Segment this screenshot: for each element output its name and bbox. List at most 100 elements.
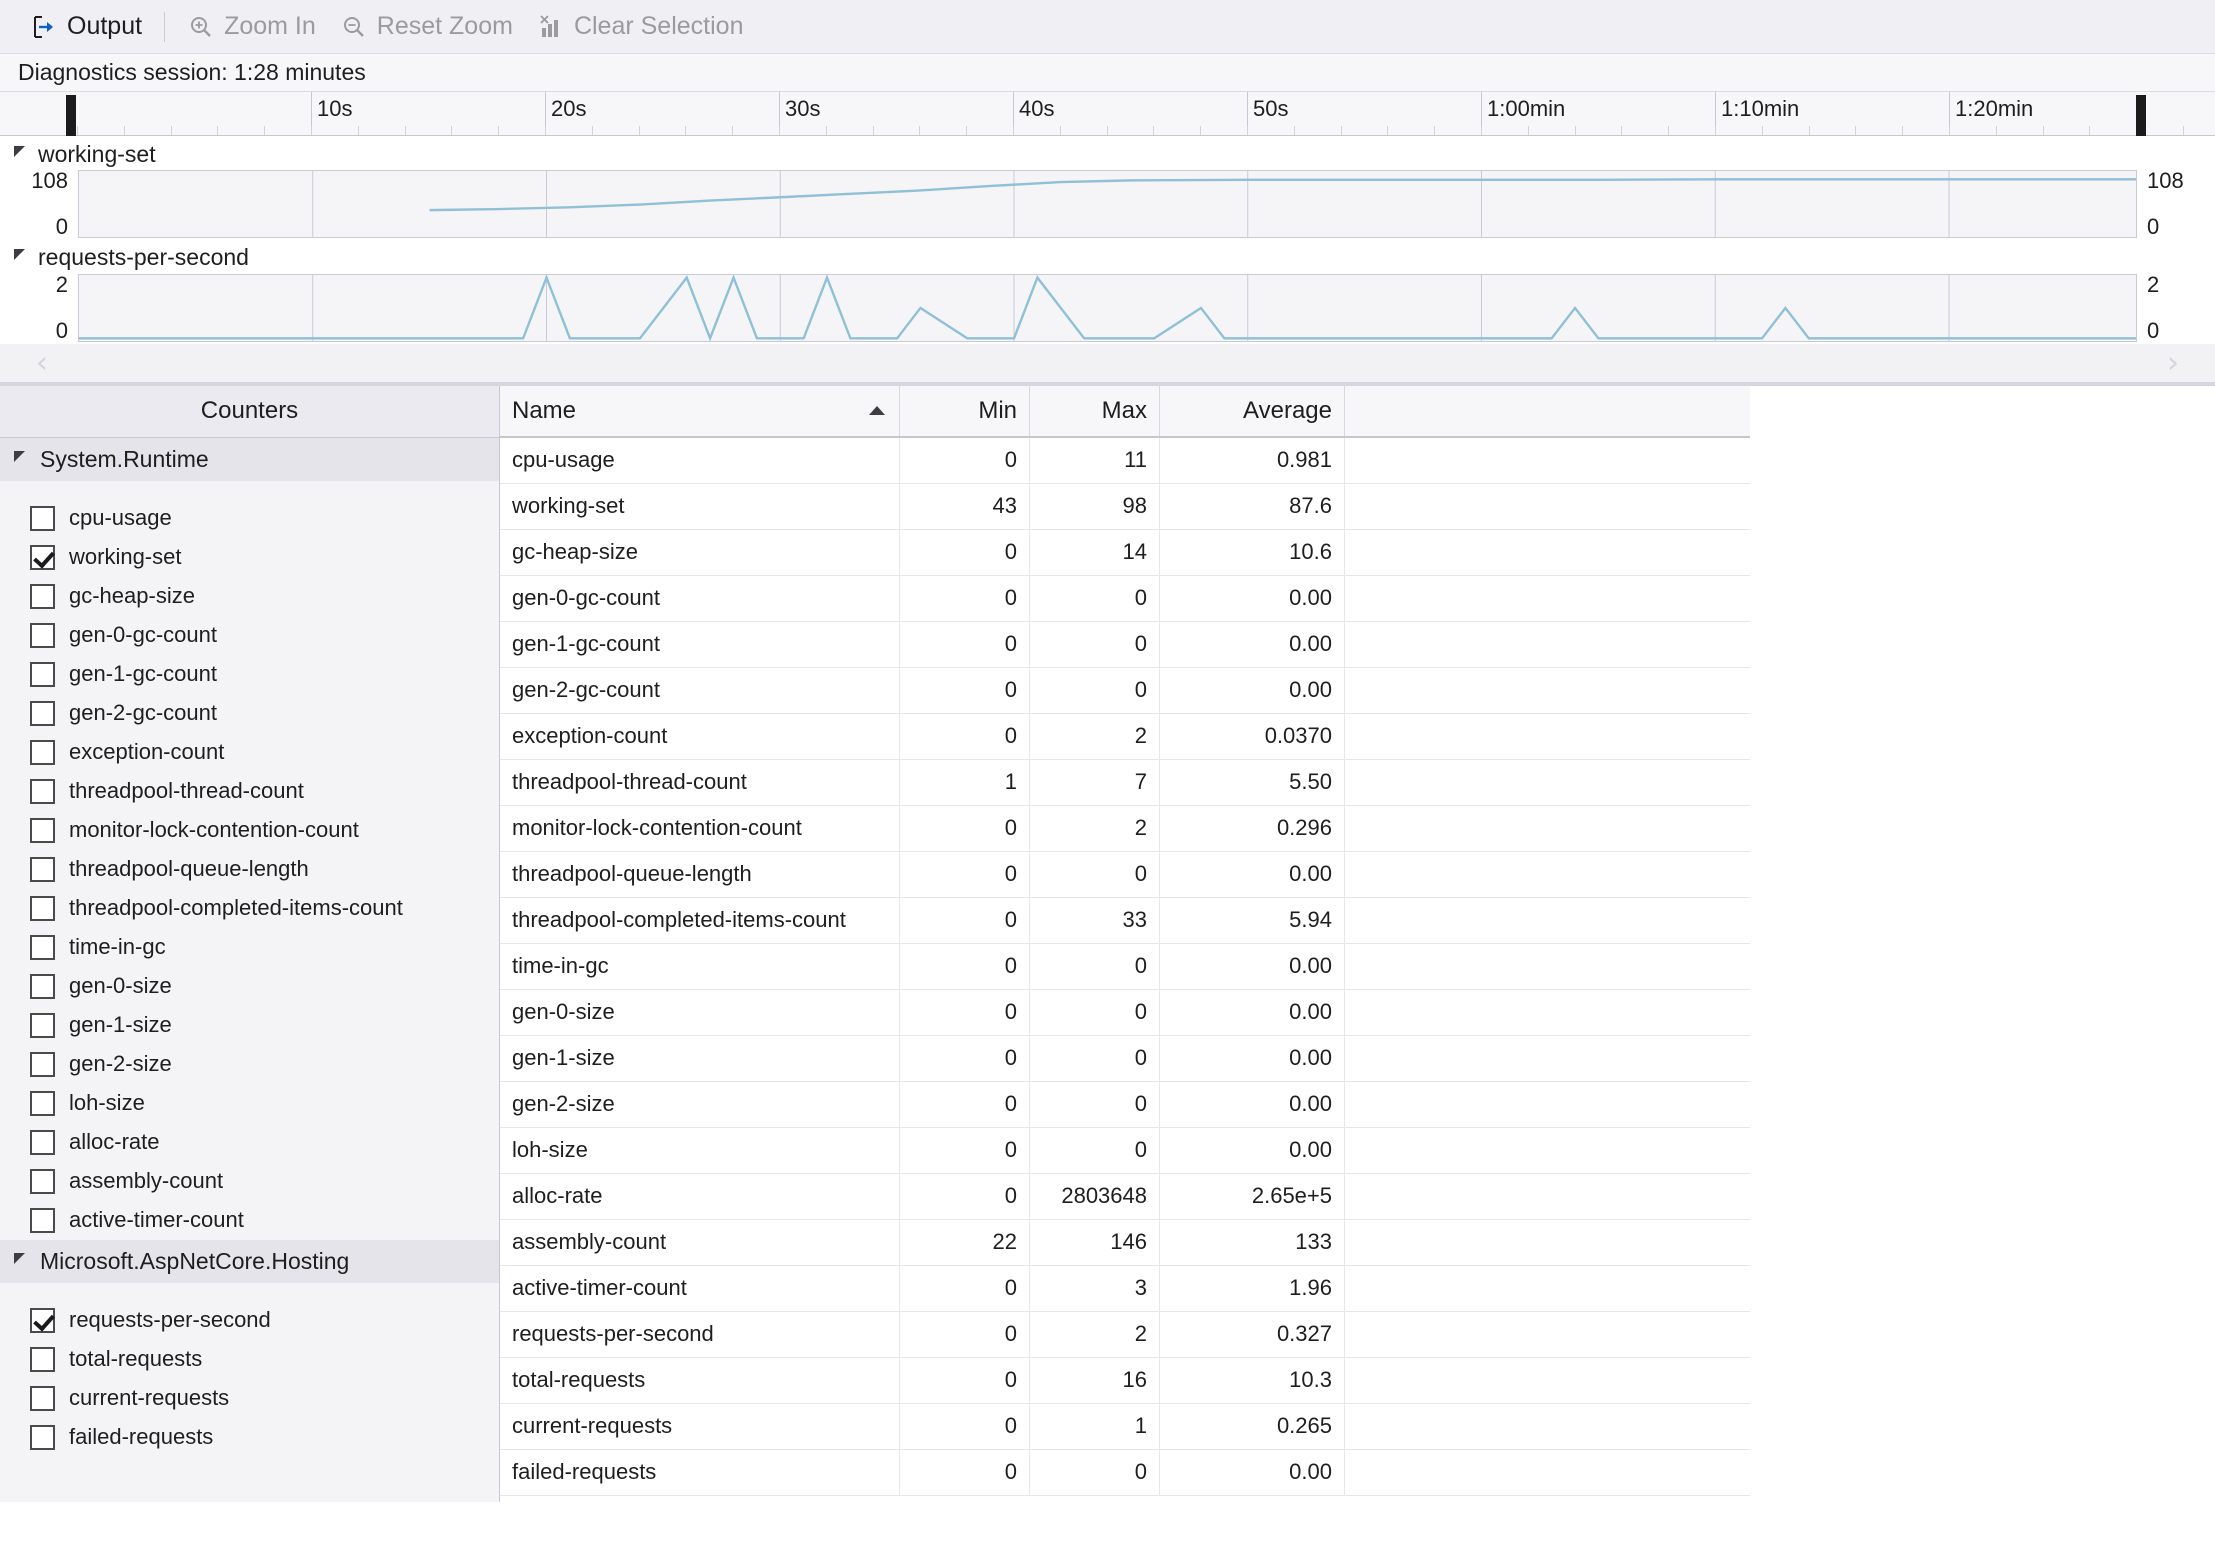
table-row[interactable]: gen-1-size 0 0 0.00 bbox=[500, 1035, 1750, 1082]
checkbox-gc-heap-size[interactable] bbox=[30, 583, 55, 609]
counter-item-requests-per-second[interactable]: requests-per-second bbox=[0, 1301, 499, 1340]
checkbox-monitor-lock-contention-count[interactable] bbox=[30, 817, 55, 843]
table-row[interactable]: requests-per-second 0 2 0.327 bbox=[500, 1311, 1750, 1358]
counter-item-exception-count[interactable]: exception-count bbox=[0, 733, 499, 772]
ruler-minor-tick bbox=[1387, 126, 1388, 135]
counter-item-threadpool-completed-items-count[interactable]: threadpool-completed-items-count bbox=[0, 889, 499, 928]
column-header-average[interactable]: Average bbox=[1160, 385, 1345, 436]
column-header-min[interactable]: Min bbox=[900, 385, 1030, 436]
counter-item-cpu-usage[interactable]: cpu-usage bbox=[0, 499, 499, 538]
table-row[interactable]: gen-2-size 0 0 0.00 bbox=[500, 1081, 1750, 1128]
checkbox-threadpool-completed-items-count[interactable] bbox=[30, 895, 55, 921]
table-row[interactable]: loh-size 0 0 0.00 bbox=[500, 1127, 1750, 1174]
counter-group-microsoft-aspnetcore-hosting[interactable]: Microsoft.AspNetCore.Hosting bbox=[0, 1239, 499, 1283]
counter-item-monitor-lock-contention-count[interactable]: monitor-lock-contention-count bbox=[0, 811, 499, 850]
counter-item-gen-1-size[interactable]: gen-1-size bbox=[0, 1006, 499, 1045]
reset-zoom-button[interactable]: Reset Zoom bbox=[328, 7, 525, 46]
table-row[interactable]: gen-0-gc-count 0 0 0.00 bbox=[500, 575, 1750, 622]
counter-group-system-runtime[interactable]: System.Runtime bbox=[0, 437, 499, 481]
counter-item-failed-requests[interactable]: failed-requests bbox=[0, 1418, 499, 1457]
scroll-left-chevron-icon[interactable]: ‹ bbox=[36, 345, 48, 380]
expander-triangle-icon[interactable] bbox=[14, 249, 30, 266]
counter-item-total-requests[interactable]: total-requests bbox=[0, 1340, 499, 1379]
checkbox-assembly-count[interactable] bbox=[30, 1168, 55, 1194]
ruler-minor-tick bbox=[685, 126, 686, 135]
chart-working-set-header[interactable]: working-set bbox=[0, 136, 2215, 170]
table-row[interactable]: alloc-rate 0 2803648 2.65e+5 bbox=[500, 1173, 1750, 1220]
checkbox-gen-1-size[interactable] bbox=[30, 1012, 55, 1038]
checkbox-gen-0-gc-count[interactable] bbox=[30, 622, 55, 648]
checkbox-threadpool-queue-length[interactable] bbox=[30, 856, 55, 882]
scroll-right-chevron-icon[interactable]: › bbox=[2167, 345, 2179, 380]
zoom-in-label: Zoom In bbox=[224, 12, 316, 40]
selection-end-marker[interactable] bbox=[2136, 95, 2146, 136]
table-row[interactable]: current-requests 0 1 0.265 bbox=[500, 1403, 1750, 1450]
counter-item-loh-size[interactable]: loh-size bbox=[0, 1084, 499, 1123]
table-row[interactable]: threadpool-thread-count 1 7 5.50 bbox=[500, 759, 1750, 806]
counter-item-active-timer-count[interactable]: active-timer-count bbox=[0, 1201, 499, 1240]
table-row[interactable]: total-requests 0 16 10.3 bbox=[500, 1357, 1750, 1404]
checkbox-requests-per-second[interactable] bbox=[30, 1307, 55, 1333]
checkbox-failed-requests[interactable] bbox=[30, 1424, 55, 1450]
table-row[interactable]: threadpool-queue-length 0 0 0.00 bbox=[500, 851, 1750, 898]
column-header-max[interactable]: Max bbox=[1030, 385, 1160, 436]
table-row[interactable]: assembly-count 22 146 133 bbox=[500, 1219, 1750, 1266]
checkbox-total-requests[interactable] bbox=[30, 1346, 55, 1372]
checkbox-threadpool-thread-count[interactable] bbox=[30, 778, 55, 804]
counter-item-gen-2-gc-count[interactable]: gen-2-gc-count bbox=[0, 694, 499, 733]
counter-item-threadpool-queue-length[interactable]: threadpool-queue-length bbox=[0, 850, 499, 889]
checkbox-exception-count[interactable] bbox=[30, 739, 55, 765]
checkbox-current-requests[interactable] bbox=[30, 1385, 55, 1411]
table-row[interactable]: failed-requests 0 0 0.00 bbox=[500, 1449, 1750, 1496]
rps-plot[interactable] bbox=[78, 273, 2137, 342]
counter-item-threadpool-thread-count[interactable]: threadpool-thread-count bbox=[0, 772, 499, 811]
checkbox-working-set[interactable] bbox=[30, 544, 55, 570]
counter-item-alloc-rate[interactable]: alloc-rate bbox=[0, 1123, 499, 1162]
chart-rps-header[interactable]: requests-per-second bbox=[0, 240, 2215, 274]
clear-selection-button[interactable]: Clear Selection bbox=[525, 7, 756, 46]
table-row[interactable]: monitor-lock-contention-count 0 2 0.296 bbox=[500, 805, 1750, 852]
table-row[interactable]: active-timer-count 0 3 1.96 bbox=[500, 1265, 1750, 1312]
expander-triangle-icon[interactable] bbox=[14, 450, 30, 467]
counter-item-assembly-count[interactable]: assembly-count bbox=[0, 1162, 499, 1201]
selection-start-marker[interactable] bbox=[66, 95, 76, 136]
chart-horizontal-scrollbar[interactable]: ‹ › bbox=[0, 343, 2215, 386]
cell-name: time-in-gc bbox=[500, 943, 900, 989]
axis-min-label-right: 0 bbox=[2147, 317, 2160, 343]
counter-item-gen-0-gc-count[interactable]: gen-0-gc-count bbox=[0, 616, 499, 655]
counter-item-gen-1-gc-count[interactable]: gen-1-gc-count bbox=[0, 655, 499, 694]
zoom-in-button[interactable]: Zoom In bbox=[175, 7, 328, 46]
counter-item-gen-0-size[interactable]: gen-0-size bbox=[0, 967, 499, 1006]
timeline-ruler[interactable]: 10s 20s 30s 40s 50s 1:00min 1:10min 1:20min bbox=[0, 92, 2215, 136]
table-row[interactable]: time-in-gc 0 0 0.00 bbox=[500, 943, 1750, 990]
column-header-name[interactable]: Name bbox=[500, 385, 900, 436]
counter-item-current-requests[interactable]: current-requests bbox=[0, 1379, 499, 1418]
table-row[interactable]: gc-heap-size 0 14 10.6 bbox=[500, 529, 1750, 576]
expander-triangle-icon[interactable] bbox=[14, 1252, 30, 1269]
output-button[interactable]: Output bbox=[18, 7, 154, 46]
counter-item-time-in-gc[interactable]: time-in-gc bbox=[0, 928, 499, 967]
checkbox-gen-2-gc-count[interactable] bbox=[30, 700, 55, 726]
checkbox-loh-size[interactable] bbox=[30, 1090, 55, 1116]
table-row[interactable]: cpu-usage 0 11 0.981 bbox=[500, 437, 1750, 484]
checkbox-alloc-rate[interactable] bbox=[30, 1129, 55, 1155]
expander-triangle-icon[interactable] bbox=[14, 145, 30, 162]
checkbox-gen-0-size[interactable] bbox=[30, 973, 55, 999]
counter-item-label: gen-1-gc-count bbox=[69, 661, 217, 687]
table-row[interactable]: working-set 43 98 87.6 bbox=[500, 483, 1750, 530]
counter-item-gc-heap-size[interactable]: gc-heap-size bbox=[0, 577, 499, 616]
ruler-minor-tick bbox=[217, 126, 218, 135]
table-row[interactable]: gen-1-gc-count 0 0 0.00 bbox=[500, 621, 1750, 668]
checkbox-cpu-usage[interactable] bbox=[30, 505, 55, 531]
checkbox-gen-1-gc-count[interactable] bbox=[30, 661, 55, 687]
table-row[interactable]: exception-count 0 2 0.0370 bbox=[500, 713, 1750, 760]
checkbox-gen-2-size[interactable] bbox=[30, 1051, 55, 1077]
counter-item-working-set[interactable]: working-set bbox=[0, 538, 499, 577]
working-set-plot[interactable] bbox=[78, 170, 2137, 238]
table-row[interactable]: gen-0-size 0 0 0.00 bbox=[500, 989, 1750, 1036]
checkbox-time-in-gc[interactable] bbox=[30, 934, 55, 960]
table-row[interactable]: gen-2-gc-count 0 0 0.00 bbox=[500, 667, 1750, 714]
checkbox-active-timer-count[interactable] bbox=[30, 1207, 55, 1233]
counter-item-gen-2-size[interactable]: gen-2-size bbox=[0, 1045, 499, 1084]
table-row[interactable]: threadpool-completed-items-count 0 33 5.94 bbox=[500, 897, 1750, 944]
